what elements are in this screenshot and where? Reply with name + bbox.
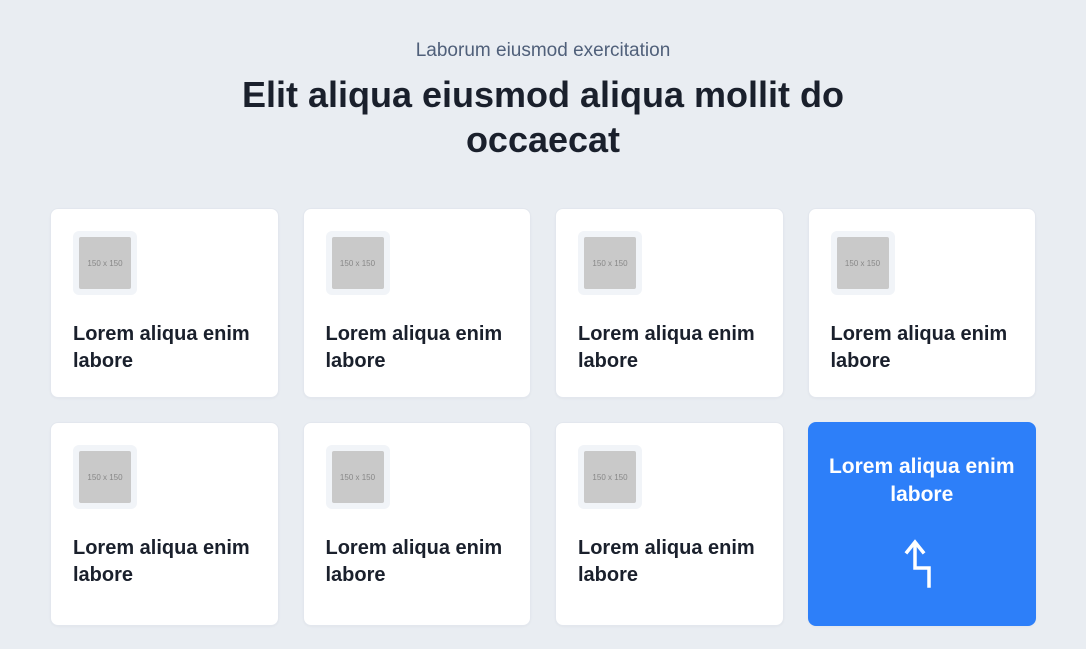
card-title: Lorem aliqua enim labore <box>578 535 761 589</box>
placeholder-image: 150 x 150 <box>584 237 636 289</box>
feature-card[interactable]: 150 x 150 Lorem aliqua enim labore <box>808 208 1037 398</box>
card-thumbnail-frame: 150 x 150 <box>73 445 137 509</box>
card-grid: 150 x 150 Lorem aliqua enim labore 150 x… <box>50 208 1036 626</box>
card-thumbnail-frame: 150 x 150 <box>326 445 390 509</box>
placeholder-image: 150 x 150 <box>332 237 384 289</box>
card-thumbnail-frame: 150 x 150 <box>578 231 642 295</box>
placeholder-image: 150 x 150 <box>79 237 131 289</box>
placeholder-image: 150 x 150 <box>584 451 636 503</box>
step-up-arrow-icon <box>901 534 943 595</box>
card-thumbnail-frame: 150 x 150 <box>326 231 390 295</box>
card-title: Lorem aliqua enim labore <box>578 321 761 375</box>
card-title: Lorem aliqua enim labore <box>73 535 256 589</box>
feature-card[interactable]: 150 x 150 Lorem aliqua enim labore <box>555 422 784 626</box>
feature-card[interactable]: 150 x 150 Lorem aliqua enim labore <box>50 208 279 398</box>
card-thumbnail-frame: 150 x 150 <box>73 231 137 295</box>
feature-card[interactable]: 150 x 150 Lorem aliqua enim labore <box>303 208 532 398</box>
cta-card[interactable]: Lorem aliqua enim labore <box>808 422 1037 626</box>
card-title: Lorem aliqua enim labore <box>326 321 509 375</box>
feature-card[interactable]: 150 x 150 Lorem aliqua enim labore <box>50 422 279 626</box>
card-thumbnail-frame: 150 x 150 <box>578 445 642 509</box>
card-thumbnail-frame: 150 x 150 <box>831 231 895 295</box>
feature-card[interactable]: 150 x 150 Lorem aliqua enim labore <box>555 208 784 398</box>
section-heading: Elit aliqua eiusmod aliqua mollit do occ… <box>173 72 913 162</box>
card-title: Lorem aliqua enim labore <box>831 321 1014 375</box>
placeholder-image: 150 x 150 <box>837 237 889 289</box>
section-overline: Laborum eiusmod exercitation <box>50 40 1036 62</box>
card-title: Lorem aliqua enim labore <box>326 535 509 589</box>
card-title: Lorem aliqua enim labore <box>73 321 256 375</box>
feature-card[interactable]: 150 x 150 Lorem aliqua enim labore <box>303 422 532 626</box>
placeholder-image: 150 x 150 <box>332 451 384 503</box>
cta-title: Lorem aliqua enim labore <box>827 453 1018 510</box>
placeholder-image: 150 x 150 <box>79 451 131 503</box>
